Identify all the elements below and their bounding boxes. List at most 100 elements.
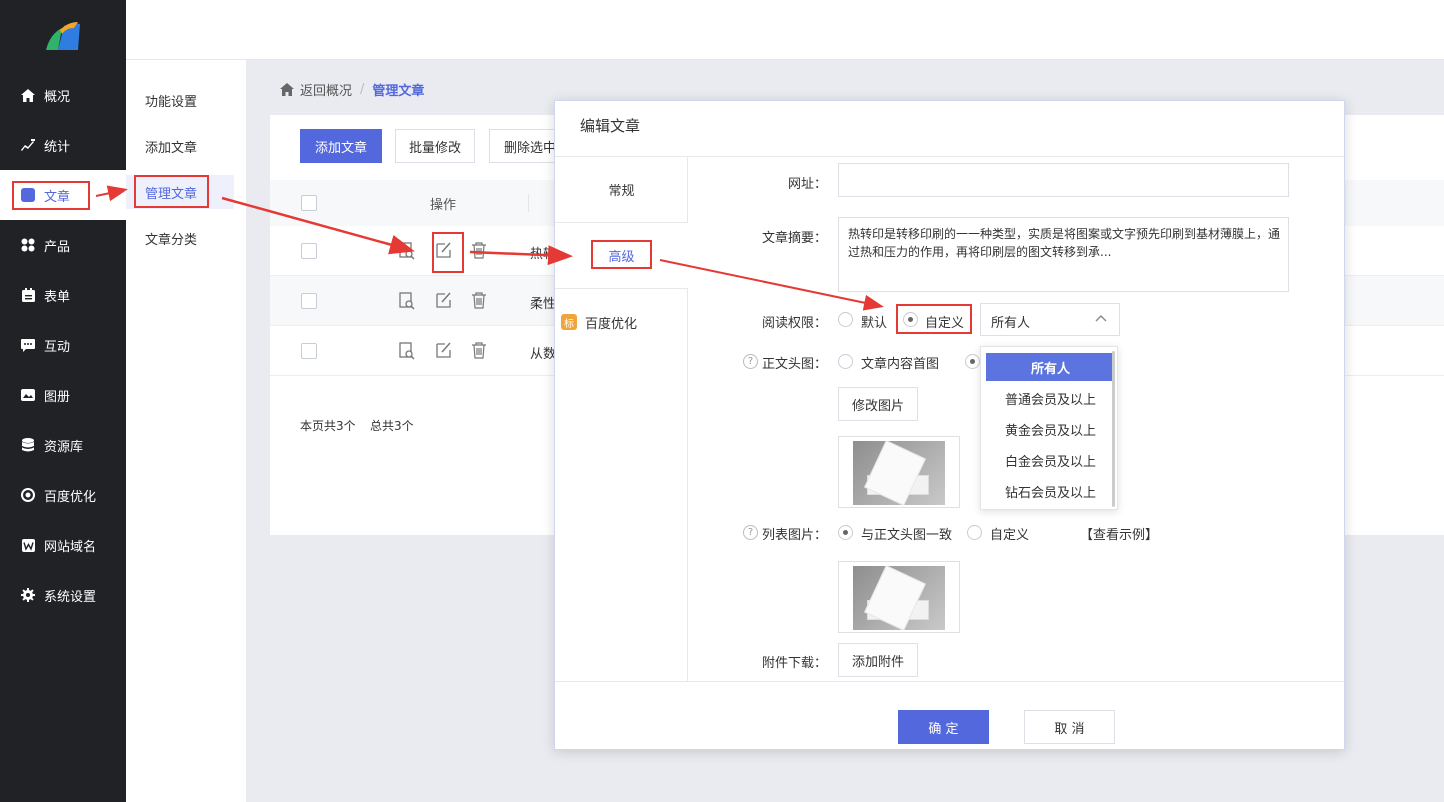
badge-icon: 标: [561, 314, 577, 330]
sidebar-item-label: 统计: [44, 139, 71, 155]
seo-icon: [20, 487, 36, 503]
op-column-header: 操作: [430, 198, 457, 213]
preview-icon[interactable]: [398, 242, 416, 260]
edit-icon[interactable]: [435, 291, 453, 309]
sidebar-item-resource[interactable]: 资源库: [0, 420, 126, 470]
grid-icon: [20, 237, 36, 253]
sidebar-item-label: 资源库: [44, 439, 84, 455]
modal-tab-list: 常规 高级 标 百度优化: [555, 157, 688, 681]
header-img-custom-radio[interactable]: [965, 354, 980, 369]
chat-icon: [20, 337, 36, 353]
row-title[interactable]: 从数: [530, 343, 556, 362]
sidebar-item-domain[interactable]: 网站域名: [0, 520, 126, 570]
row-checkbox[interactable]: [301, 243, 317, 259]
page-count-text: 本页共3个: [300, 419, 356, 433]
breadcrumb-separator: /: [360, 82, 365, 97]
header-image-label: 正文头图：: [761, 357, 827, 372]
trash-icon[interactable]: [470, 341, 488, 359]
change-image-button[interactable]: 修改图片: [838, 387, 918, 421]
confirm-button[interactable]: 确 定: [898, 710, 989, 744]
list-img-custom-radio[interactable]: [967, 525, 982, 540]
batch-edit-button[interactable]: 批量修改: [395, 129, 475, 163]
annotation-box-advanced: [591, 240, 652, 269]
read-permission-select[interactable]: 所有人: [980, 303, 1120, 336]
thumbnail-photo: [853, 566, 945, 630]
cancel-button[interactable]: 取 消: [1024, 710, 1115, 744]
header-image-thumbnail: [838, 436, 960, 508]
read-perm-default-label[interactable]: 默认: [861, 312, 887, 331]
dropdown-option-all[interactable]: 所有人: [986, 353, 1115, 381]
form-icon: [20, 287, 36, 303]
header-img-first-label[interactable]: 文章内容首图: [861, 353, 939, 372]
list-img-custom-label[interactable]: 自定义: [990, 524, 1029, 543]
dropdown-option-platinum[interactable]: 白金会员及以上: [986, 446, 1115, 474]
sidebar-item-label: 网站域名: [44, 539, 97, 555]
list-image-thumbnail: [838, 561, 960, 633]
read-permission-label: 阅读权限：: [761, 316, 827, 331]
trash-icon[interactable]: [470, 241, 488, 259]
home-icon: [20, 87, 36, 103]
chevron-up-icon: [1095, 315, 1107, 322]
header-img-first-radio[interactable]: [838, 354, 853, 369]
summary-text: 热转印是转移印刷的一一种类型，实质是将图案或文字预先印刷到基材薄膜上，通过热和压…: [848, 227, 1281, 259]
row-checkbox[interactable]: [301, 293, 317, 309]
sidebar-item-stats[interactable]: 统计: [0, 120, 126, 170]
row-title[interactable]: 柔性: [530, 293, 556, 312]
sidebar-item-settings[interactable]: 系统设置: [0, 570, 126, 620]
sidebar-item-product[interactable]: 产品: [0, 220, 126, 270]
breadcrumb: 返回概况 / 管理文章: [280, 80, 424, 99]
summary-textarea[interactable]: 热转印是转移印刷的一一种类型，实质是将图案或文字预先印刷到基材薄膜上，通过热和压…: [838, 217, 1289, 292]
edit-icon[interactable]: [435, 341, 453, 359]
trash-icon[interactable]: [470, 291, 488, 309]
column-divider: [528, 194, 529, 212]
annotation-box-article: [12, 181, 90, 210]
tab-label: 常规: [608, 184, 635, 199]
read-perm-default-radio[interactable]: [838, 312, 853, 327]
submenu-item-function-settings[interactable]: 功能设置: [126, 83, 234, 117]
modal-title: 编辑文章: [580, 117, 641, 135]
preview-icon[interactable]: [398, 342, 416, 360]
tab-baidu-seo[interactable]: 标 百度优化: [555, 289, 688, 355]
add-attachment-button[interactable]: 添加附件: [838, 643, 918, 677]
home-icon[interactable]: [280, 83, 294, 96]
list-image-label: 列表图片：: [761, 528, 827, 543]
select-all-checkbox[interactable]: [301, 195, 317, 211]
list-img-same-radio[interactable]: [838, 525, 853, 540]
brand-logo-icon: [46, 22, 80, 50]
sidebar-item-album[interactable]: 图册: [0, 370, 126, 420]
edit-article-modal: 编辑文章 常规 高级 标 百度优化 网址： 文章摘要： 热转印是转移印刷的一一种…: [554, 100, 1345, 750]
sidebar-item-interact[interactable]: 互动: [0, 320, 126, 370]
sidebar-item-label: 互动: [44, 339, 71, 355]
row-checkbox[interactable]: [301, 343, 317, 359]
annotation-box-edit: [432, 232, 464, 273]
preview-icon[interactable]: [398, 292, 416, 310]
submenu-item-article-category[interactable]: 文章分类: [126, 221, 234, 255]
add-article-button[interactable]: 添加文章: [300, 129, 382, 163]
dropdown-option-gold[interactable]: 黄金会员及以上: [986, 415, 1115, 443]
url-input[interactable]: [838, 163, 1289, 197]
chart-icon: [20, 137, 36, 153]
sidebar-item-label: 产品: [44, 239, 71, 255]
gear-icon: [20, 587, 36, 603]
dropdown-option-diamond[interactable]: 钻石会员及以上: [986, 477, 1115, 505]
submenu-label: 功能设置: [145, 94, 198, 110]
sidebar-item-form[interactable]: 表单: [0, 270, 126, 320]
sidebar-item-label: 百度优化: [44, 489, 97, 505]
database-icon: [20, 437, 36, 453]
tab-label: 百度优化: [585, 316, 638, 332]
breadcrumb-current: 管理文章: [372, 84, 425, 99]
row-title[interactable]: 热转: [530, 243, 556, 262]
submenu-label: 文章分类: [145, 232, 198, 248]
sidebar-item-overview[interactable]: 概况: [0, 70, 126, 120]
sidebar-item-seo[interactable]: 百度优化: [0, 470, 126, 520]
total-count-text: 总共3个: [370, 419, 414, 433]
dropdown-scrollbar[interactable]: [1112, 351, 1115, 507]
sidebar-item-label: 表单: [44, 289, 71, 305]
view-example-link[interactable]: 【查看示例】: [1080, 524, 1158, 543]
submenu-item-add-article[interactable]: 添加文章: [126, 129, 234, 163]
breadcrumb-back-link[interactable]: 返回概况: [300, 80, 352, 99]
read-permission-dropdown: 所有人 普通会员及以上 黄金会员及以上 白金会员及以上 钻石会员及以上: [980, 346, 1118, 510]
tab-general[interactable]: 常规: [555, 157, 688, 223]
list-img-same-label[interactable]: 与正文头图一致: [861, 524, 952, 543]
dropdown-option-normal[interactable]: 普通会员及以上: [986, 384, 1115, 412]
